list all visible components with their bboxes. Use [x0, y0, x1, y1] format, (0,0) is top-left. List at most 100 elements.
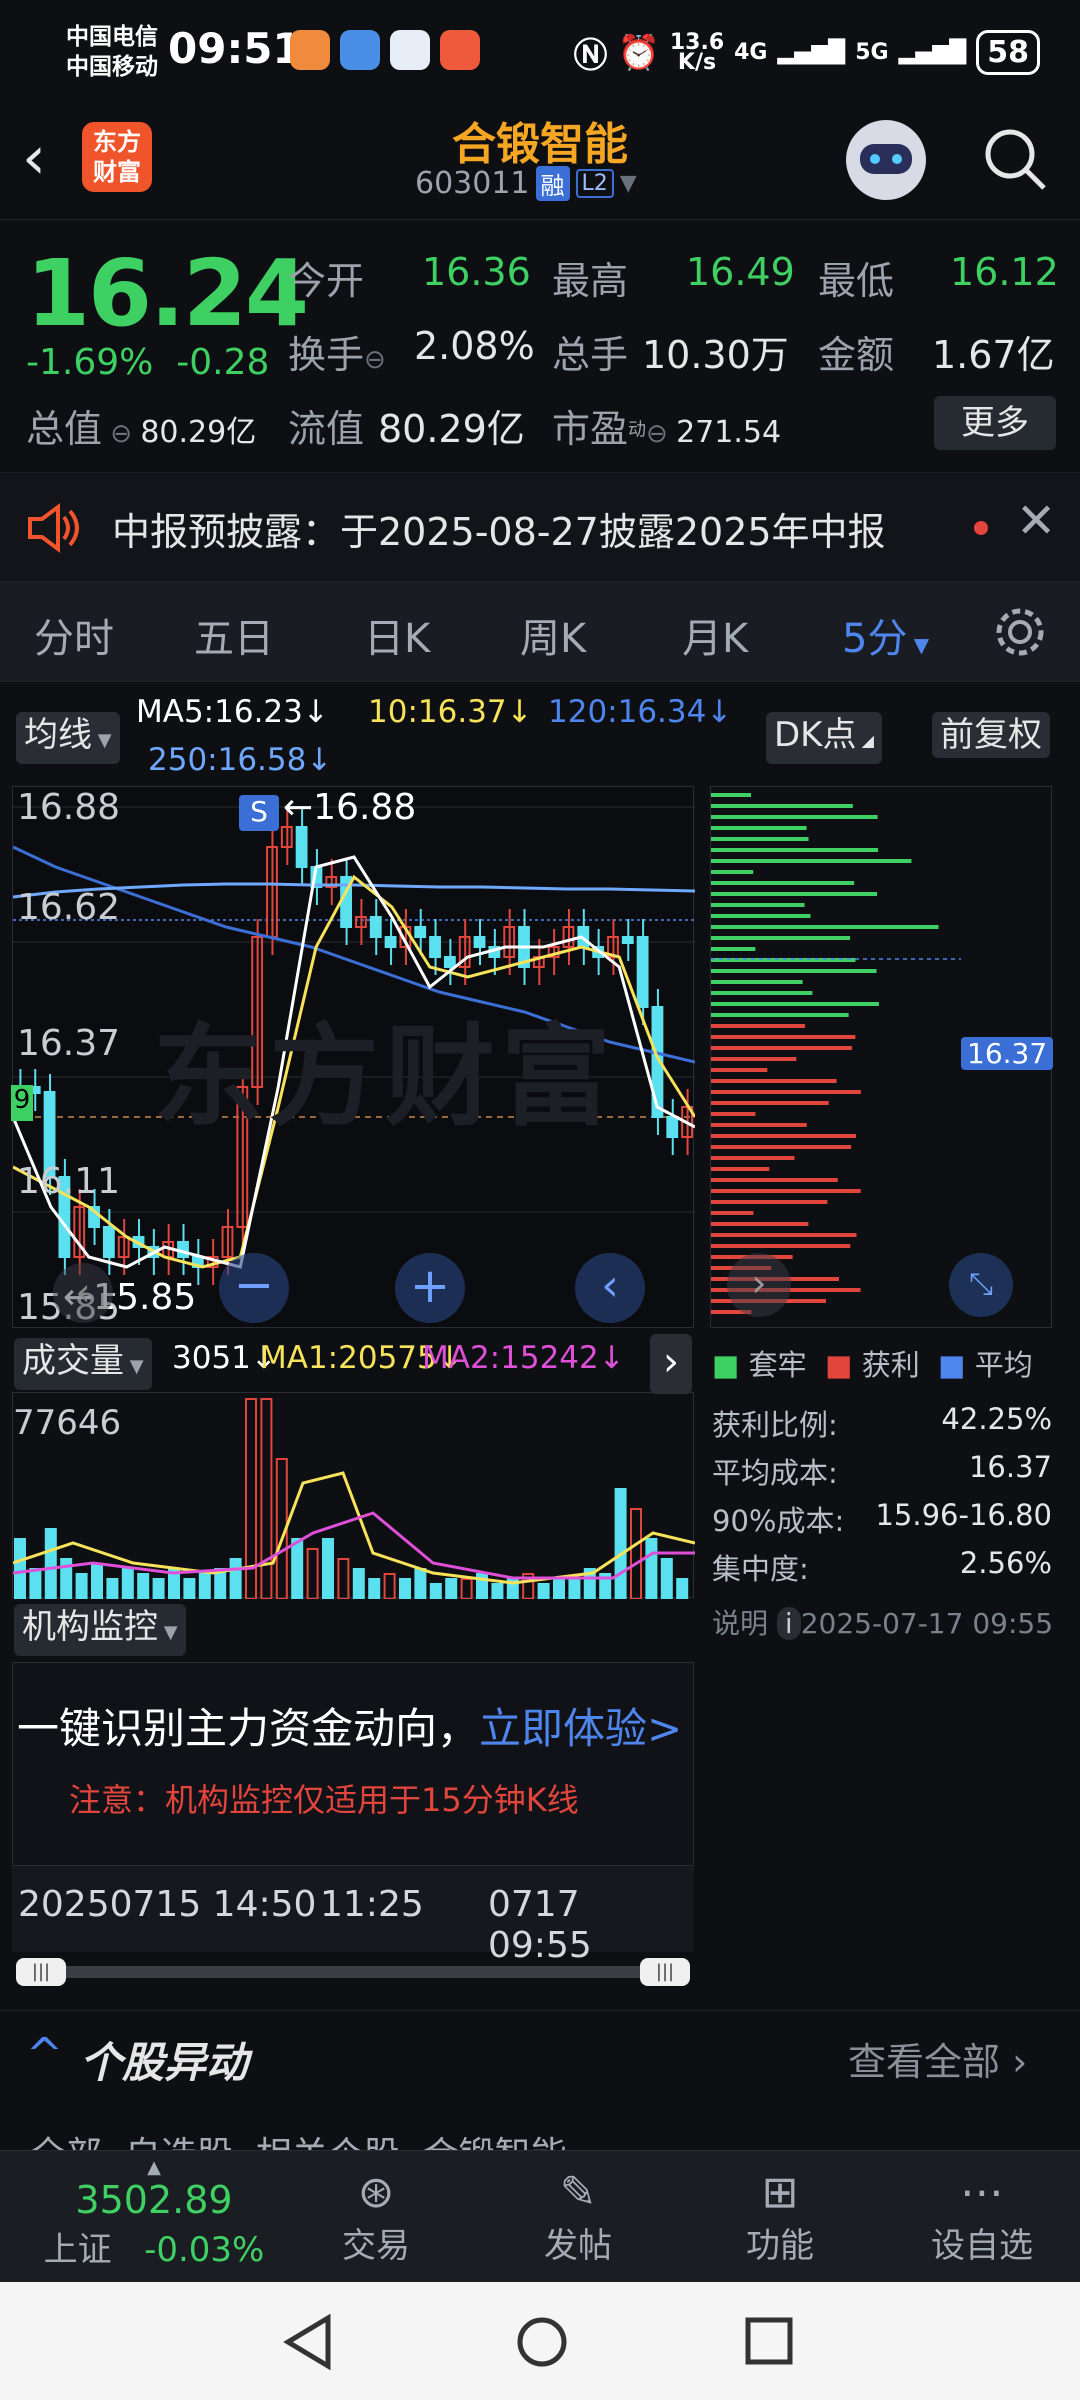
avg-cost-tag: 16.37 [961, 1037, 1054, 1070]
try-now-link[interactable]: 立即体验> [479, 1704, 682, 1753]
nav-recent-icon[interactable] [744, 2316, 796, 2372]
nav-functions[interactable]: ⊞ 功能 [710, 2167, 850, 2267]
tab-daily[interactable]: 日K [364, 606, 430, 664]
stat-value: 16.37 [968, 1450, 1052, 1484]
notice-text: 中报预披露：于2025-08-27披露2025年中报 [112, 510, 886, 554]
nfc-icon: Ⓝ [573, 36, 608, 76]
turnover-value: 2.08% [414, 324, 535, 368]
info-icon: i [776, 1607, 801, 1640]
scroll-left-button[interactable]: ‹ [575, 1253, 645, 1323]
volume-bar [198, 1573, 211, 1599]
pe-value: 271.54 [676, 415, 782, 450]
notice-bar[interactable]: 中报预披露：于2025-08-27披露2025年中报 ✕ [0, 472, 1080, 582]
app-notif-icon [440, 30, 480, 70]
nav-home-icon[interactable] [514, 2314, 570, 2374]
view-all-label: 查看全部 [848, 2040, 1001, 2084]
range-handle-left[interactable]: ||| [16, 1958, 66, 1986]
expand-icon[interactable]: ⤡ [949, 1253, 1013, 1317]
prev-left-icon[interactable]: ‹ [53, 1263, 113, 1323]
chevron-up-icon[interactable]: ^ [26, 2029, 63, 2080]
volume-chart[interactable]: 77646 [12, 1392, 695, 1599]
info-icon[interactable]: ⊖ [364, 345, 386, 375]
app-root: 中国电信 中国移动 09:51 Ⓝ ⏰ 13.6 K/s 4G ▂▄▆█ 5G ▂▄▆█… [0, 0, 1080, 2400]
more-button[interactable]: 更多 [934, 396, 1056, 450]
tab-5min[interactable]: 5分 ▼ [842, 606, 929, 664]
chip-note[interactable]: 说明 i 2025-07-17 09:55 [712, 1602, 1053, 1642]
volume-bar [553, 1578, 565, 1599]
y-axis-top: 16.88 [17, 787, 121, 828]
zoom-in-button[interactable]: + [395, 1253, 465, 1323]
chip-bar [711, 1211, 754, 1215]
volume-bar [676, 1578, 689, 1599]
volume-bar [429, 1583, 442, 1599]
chip-bar [711, 1046, 852, 1050]
chip-bar [711, 837, 809, 841]
info-icon[interactable]: ⊖ [102, 419, 140, 449]
kline-chart[interactable]: 东方财富 16.88 16.62 16.37 16.11 15.85 9 S ←… [11, 786, 695, 1328]
stat-concentration: 集中度: 2.56% [712, 1546, 1052, 1588]
stock-code-row[interactable]: 603011 融 L2 ▼ [415, 166, 637, 201]
chip-bar [711, 1145, 852, 1149]
app-notif-icon [340, 30, 380, 70]
close-icon[interactable]: ✕ [1016, 493, 1056, 549]
ma-selector[interactable]: 均线 ▼ [16, 712, 120, 764]
volume-bar [260, 1398, 273, 1599]
expand-right-icon[interactable]: › [650, 1334, 692, 1394]
volume-selector[interactable]: 成交量 ▼ [14, 1338, 152, 1390]
range-slider-track[interactable] [30, 1966, 670, 1978]
volume-bar [291, 1538, 304, 1599]
more-icon: ⋯ [960, 2167, 1004, 2218]
price-change: -1.69% -0.28 [26, 342, 269, 383]
tab-weekly[interactable]: 周K [520, 606, 586, 664]
inst-selector[interactable]: 机构监控 ▼ [14, 1604, 186, 1656]
total-mcap-value: 80.29亿 [140, 415, 257, 450]
chevron-down-icon: ▼ [158, 1622, 178, 1643]
volume-bar [91, 1563, 103, 1599]
candle-body [369, 916, 382, 938]
info-icon[interactable]: ⊖ [646, 419, 676, 449]
chip-bar [711, 1244, 851, 1248]
dk-point-button[interactable]: DK点 ◢ [766, 712, 882, 764]
volume-bar [75, 1573, 88, 1599]
chip-distribution: 16.37 › ⤡ [710, 786, 1054, 1328]
chip-bar [711, 936, 851, 940]
nav-post[interactable]: ✎ 发帖 [508, 2167, 648, 2267]
pe-sup: 动 [628, 419, 647, 441]
chip-bar [711, 1233, 857, 1237]
period-tabs: 分时 五日 日K 周K 月K 5分 ▼ [0, 582, 1080, 682]
bottom-nav: ▲ 3502.89 上证 -0.03% ⊛ 交易 ✎ 发帖 ⊞ 功能 ⋯ 设自选 [0, 2150, 1080, 2282]
stat-label: 90%成本: [712, 1504, 845, 1538]
nav-back-icon[interactable] [280, 2312, 336, 2376]
volume-ma2: MA2:15242↓ [422, 1340, 625, 1376]
volume-bar [137, 1573, 150, 1599]
tab-intraday[interactable]: 分时 [34, 606, 114, 664]
volume-bar [368, 1578, 381, 1599]
tab-5day[interactable]: 五日 [194, 606, 274, 664]
volume-bar [645, 1538, 658, 1599]
index-widget[interactable]: ▲ 3502.89 上证 -0.03% [24, 2157, 284, 2271]
search-icon[interactable] [982, 126, 1048, 196]
nav-trade[interactable]: ⊛ 交易 [306, 2167, 446, 2267]
time-axis: 20250715 14:50 11:25 0717 09:55 [12, 1866, 694, 1966]
adjust-button[interactable]: 前复权 [932, 712, 1050, 758]
chevron-right-icon[interactable]: › [727, 1253, 791, 1317]
zoom-out-button[interactable]: − [219, 1253, 289, 1323]
gear-icon[interactable] [992, 604, 1048, 664]
stat-90-cost: 90%成本: 15.96-16.80 [712, 1498, 1052, 1540]
chip-bar [711, 925, 939, 929]
chip-bar [711, 969, 877, 973]
turnover-label: 换手 [288, 333, 365, 377]
nav-trade-label: 交易 [342, 2226, 410, 2266]
nav-watchlist[interactable]: ⋯ 设自选 [912, 2167, 1052, 2267]
chip-bar [711, 1024, 806, 1028]
inst-selector-label: 机构监控 [22, 1607, 158, 1647]
tab-monthly[interactable]: 月K [682, 606, 748, 664]
robot-assistant-icon[interactable] [846, 120, 926, 200]
view-all-link[interactable]: 查看全部 › [848, 2031, 1027, 2086]
time-label-start: 20250715 14:50 [18, 1884, 317, 1925]
range-handle-right[interactable]: ||| [640, 1958, 690, 1986]
carrier-2: 中国移动 [66, 54, 158, 80]
nav-functions-label: 功能 [746, 2226, 814, 2266]
sell-signal-badge[interactable]: S [239, 795, 279, 831]
corner-icon: ◢ [856, 731, 874, 750]
